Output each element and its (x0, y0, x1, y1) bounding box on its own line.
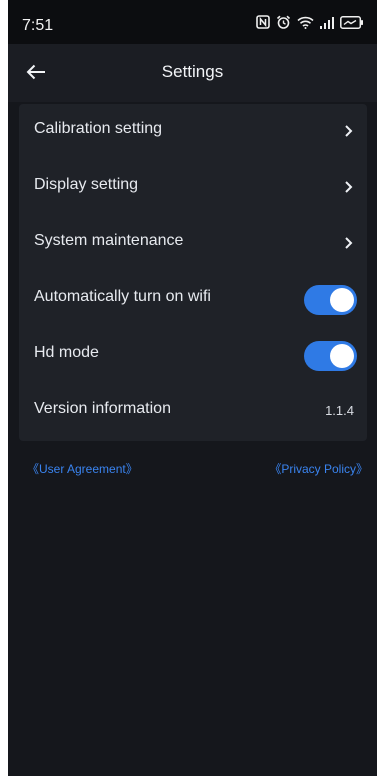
status-icons (256, 15, 364, 34)
settings-item-label: Automatically turn on wifi (34, 288, 211, 305)
hd-mode-toggle[interactable] (304, 341, 357, 371)
auto-wifi-item: Automatically turn on wifi (19, 272, 367, 328)
settings-item-label: System maintenance (34, 232, 184, 249)
version-number: 1.1.4 (325, 403, 354, 418)
display-setting-item[interactable]: Display setting (19, 160, 367, 216)
system-maintenance-item[interactable]: System maintenance (19, 216, 367, 272)
alarm-icon (276, 15, 291, 34)
toggle-knob (330, 344, 354, 368)
version-information-item: Version information 1.1.4 (19, 384, 367, 440)
settings-item-label: Display setting (34, 176, 139, 193)
status-time: 7:51 (22, 17, 54, 34)
status-bar: 7:51 (8, 0, 377, 44)
settings-item-label: Calibration setting (34, 120, 163, 137)
privacy-policy-link[interactable]: 《Privacy Policy》 (269, 460, 368, 477)
toggle-knob (330, 288, 354, 312)
user-agreement-link[interactable]: 《User Agreement》 (27, 460, 138, 477)
settings-list: Calibration setting Display setting Syst… (19, 104, 367, 441)
nfc-icon (256, 15, 270, 34)
calibration-setting-item[interactable]: Calibration setting (19, 104, 367, 160)
footer-links: 《User Agreement》 《Privacy Policy》 (27, 460, 368, 478)
chevron-right-icon (344, 235, 354, 251)
chevron-right-icon (344, 123, 354, 139)
auto-wifi-toggle[interactable] (304, 285, 357, 315)
wifi-icon (297, 16, 314, 34)
navigation-bar: Settings (8, 44, 377, 102)
chevron-right-icon (344, 179, 354, 195)
settings-item-label: Hd mode (34, 344, 99, 361)
page-title: Settings (161, 62, 224, 81)
settings-item-label: Version information (34, 400, 171, 417)
signal-icon (320, 16, 334, 34)
hd-mode-item: Hd mode (19, 328, 367, 384)
battery-charging-icon (340, 15, 364, 34)
app-screen: 7:51 Settings Calibration setting Displa… (8, 0, 377, 776)
